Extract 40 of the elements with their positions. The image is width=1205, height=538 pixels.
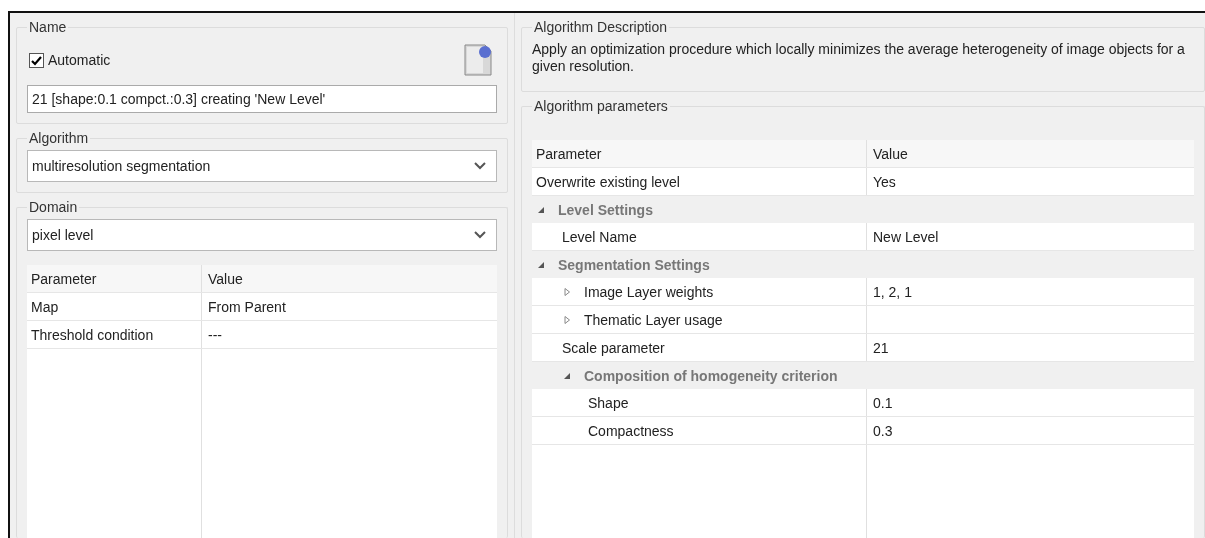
parameter-cell: Map: [27, 293, 202, 320]
value-cell: New Level: [867, 223, 1194, 250]
name-field[interactable]: 21 [shape:0.1 compct.:0.3] creating 'New Level': [27, 85, 497, 113]
parameter-cell: Compactness: [588, 422, 674, 439]
value-cell: 0.1: [867, 389, 1194, 416]
parameter-cell: Scale parameter: [562, 339, 665, 356]
column-header: Value: [202, 265, 497, 292]
chevron-down-icon: [474, 162, 486, 170]
group-title: Name: [28, 19, 68, 35]
description-text: Apply an optimization procedure which locally minimizes the average heterogeneity of image objects for a given resolution.: [532, 41, 1186, 75]
parameter-cell: Threshold condition: [27, 321, 202, 348]
value-cell: 21: [867, 334, 1194, 361]
value-cell: 1, 2, 1: [867, 278, 1194, 305]
outline-triangle-icon[interactable]: [562, 314, 572, 325]
value-cell: ---: [202, 321, 497, 348]
column-header: Value: [867, 140, 1194, 167]
algorithm-dropdown[interactable]: multiresolution segmentation: [27, 150, 497, 182]
column-header: Parameter: [27, 265, 202, 292]
checkbox-label: Automatic: [48, 52, 111, 68]
parameter-cell: Shape: [588, 394, 629, 411]
group-title: Domain: [28, 199, 79, 215]
value-cell: From Parent: [202, 293, 497, 320]
value-cell: 0.3: [867, 417, 1194, 444]
parameter-cell: Overwrite existing level: [536, 173, 680, 190]
parameter-cell: Thematic Layer usage: [584, 311, 723, 328]
chevron-down-icon: [474, 231, 486, 239]
checkbox[interactable]: [29, 52, 44, 68]
group-title: Algorithm Description: [533, 19, 669, 35]
parameter-cell: Image Layer weights: [584, 283, 714, 300]
domain-dropdown[interactable]: pixel level: [27, 219, 497, 251]
document-icon[interactable]: [463, 43, 493, 77]
category-label: Composition of homogeneity criterion: [584, 367, 838, 384]
group-title: Algorithm: [28, 130, 90, 146]
column-header: Parameter: [532, 140, 867, 167]
outline-triangle-icon[interactable]: [562, 286, 572, 297]
value-cell: Yes: [867, 168, 1194, 195]
category-label: Segmentation Settings: [558, 256, 710, 273]
category-label: Level Settings: [558, 201, 653, 218]
parameter-cell: Level Name: [562, 228, 637, 245]
group-title: Algorithm parameters: [533, 98, 669, 114]
